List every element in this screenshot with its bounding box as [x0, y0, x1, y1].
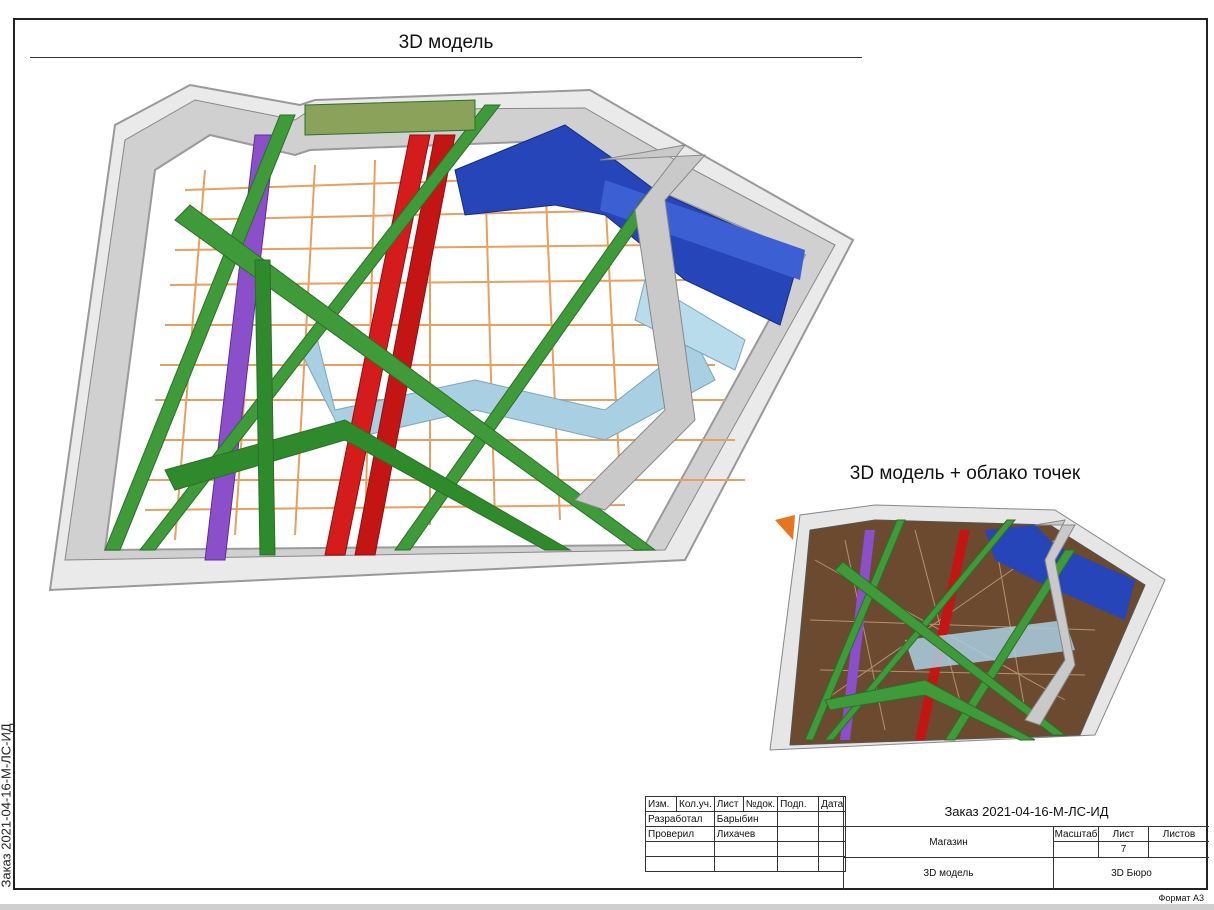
side-order-text: Заказ 2021-04-16-М-ЛС-ИД — [0, 723, 14, 888]
pointcloud-model-title: 3D модель + облако точек — [849, 463, 1081, 484]
main-3d-model-image — [48, 83, 855, 592]
header-podp: Подп. — [777, 796, 820, 812]
drawing-name-cell: 3D модель — [844, 858, 1054, 890]
bottom-bar — [0, 904, 1214, 910]
sheet-label-cell: Лист — [1099, 827, 1149, 842]
object-cell: Магазин — [844, 827, 1054, 858]
main-model-title: 3D модель — [398, 32, 494, 53]
title-underline — [30, 57, 862, 58]
header-kolvo: Кол.уч. — [676, 796, 715, 812]
sheets-value-cell — [1149, 842, 1209, 858]
header-data: Дата — [818, 796, 847, 812]
header-list: Лист — [713, 796, 744, 812]
format-label: Формат А3 — [1158, 893, 1204, 903]
developed-name: Барыбин — [713, 811, 779, 827]
checker-row: Проверил Лихачев — [645, 826, 847, 842]
checked-name: Лихачев — [713, 826, 779, 842]
scale-value-cell — [1054, 842, 1099, 858]
title-block-right: Заказ 2021-04-16-М-ЛС-ИД Магазин Масштаб… — [843, 796, 1209, 890]
pointcloud-3d-model-image — [769, 504, 1166, 751]
title-block: Изм. Кол.уч. Лист №док. Подп. Дата Разра… — [645, 796, 1209, 890]
scale-label-cell: Масштаб — [1054, 827, 1099, 842]
header-ndok: №док. — [742, 796, 779, 812]
checked-label: Проверил — [645, 826, 715, 842]
header-izm: Изм. — [645, 796, 677, 812]
developer-row: Разработал Барыбин — [645, 811, 847, 827]
sheets-label-cell: Листов — [1149, 827, 1209, 842]
sheet-number-cell: 7 — [1099, 842, 1149, 858]
pc-orange-marker — [775, 515, 795, 540]
company-cell: 3D Бюро — [1111, 868, 1152, 879]
order-cell: Заказ 2021-04-16-М-ЛС-ИД — [844, 796, 1209, 827]
revision-table: Изм. Кол.уч. Лист №док. Подп. Дата Разра… — [645, 796, 847, 872]
revision-header-row: Изм. Кол.уч. Лист №док. Подп. Дата — [645, 796, 847, 812]
developed-label: Разработал — [645, 811, 715, 827]
side-order-stamp: Заказ 2021-04-16-М-ЛС-ИД — [0, 640, 14, 890]
